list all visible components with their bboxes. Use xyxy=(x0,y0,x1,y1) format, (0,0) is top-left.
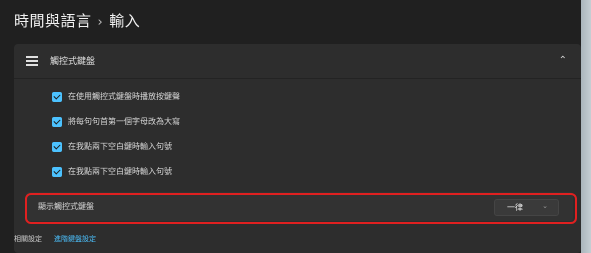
checkbox[interactable] xyxy=(52,167,62,177)
breadcrumb-parent[interactable]: 時間與語言 xyxy=(14,12,92,30)
keyboard-icon xyxy=(26,56,38,66)
advanced-keyboard-link[interactable]: 進階鍵盤設定 xyxy=(54,235,96,243)
highlight-box xyxy=(25,193,577,224)
settings-window: 時間與語言 › 輸入 觸控式鍵盤 ⌃ 在使用觸控式鍵盤時播放按鍵聲 將每句句首第一個… xyxy=(0,0,581,253)
checkbox-label: 在我點兩下空白鍵時輸入句號 xyxy=(68,167,172,176)
checkbox-label: 將每句句首第一個字母改為大寫 xyxy=(68,117,180,126)
related-settings: 相關設定 進階鍵盤設定 xyxy=(14,234,96,244)
page-title: 輸入 xyxy=(109,12,141,30)
section-header[interactable]: 觸控式鍵盤 ⌃ xyxy=(14,44,581,79)
breadcrumb: 時間與語言 › 輸入 xyxy=(14,10,140,31)
breadcrumb-separator: › xyxy=(97,15,104,30)
checkbox[interactable] xyxy=(52,92,62,102)
checkbox[interactable] xyxy=(52,142,62,152)
checkbox-label: 在我點兩下空白鍵時輸入句號 xyxy=(68,142,172,151)
section-title: 觸控式鍵盤 xyxy=(50,57,96,67)
chevron-up-icon[interactable]: ⌃ xyxy=(559,55,567,66)
checkbox-label: 在使用觸控式鍵盤時播放按鍵聲 xyxy=(68,92,180,101)
checkbox[interactable] xyxy=(52,117,62,127)
related-settings-label: 相關設定 xyxy=(14,235,42,243)
